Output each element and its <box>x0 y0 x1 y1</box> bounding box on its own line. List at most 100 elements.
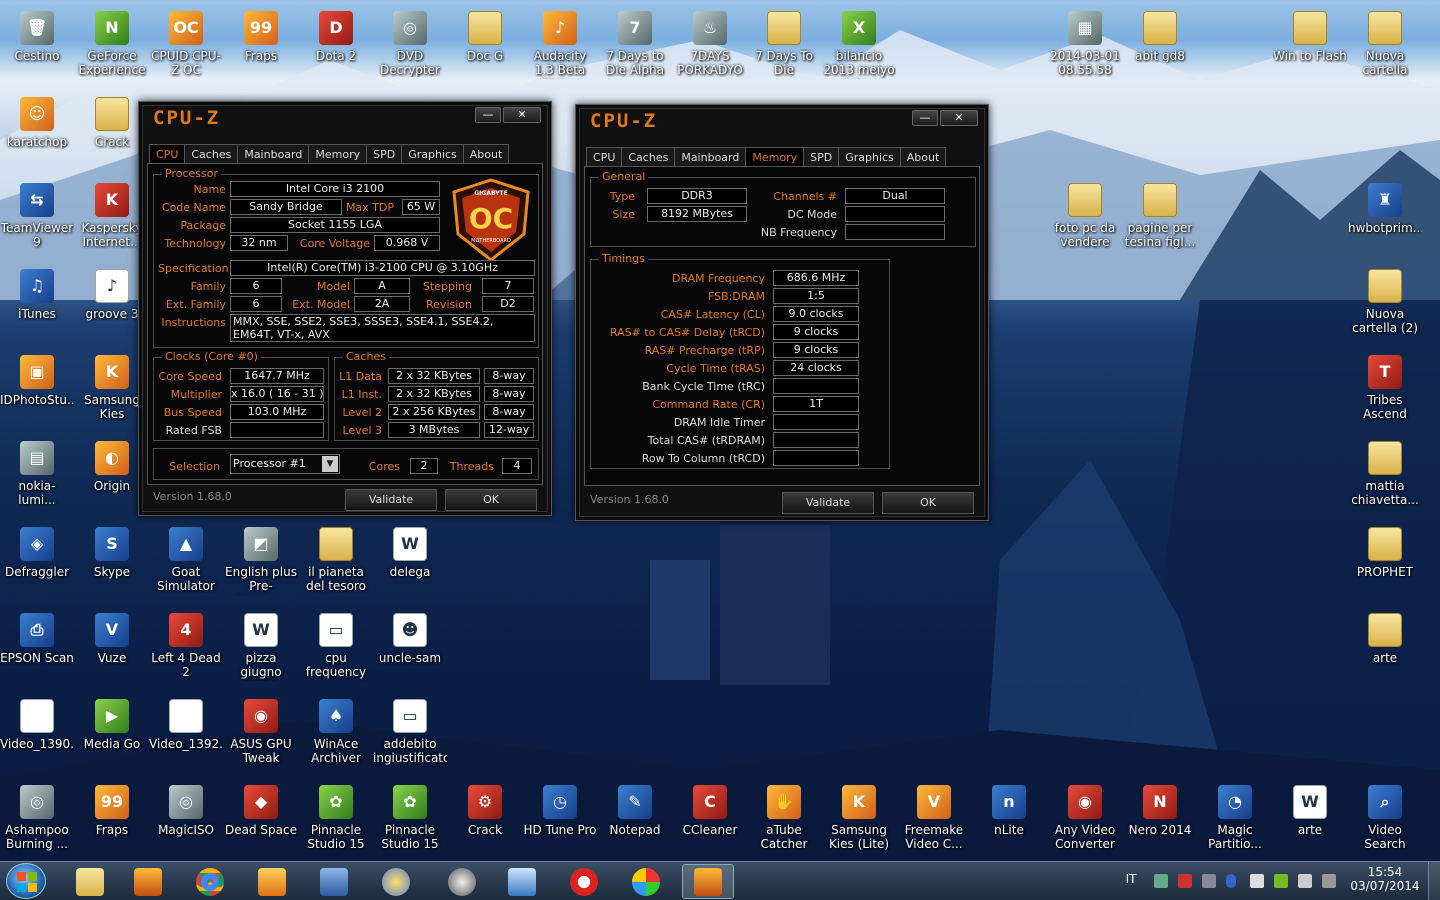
desktop-icon[interactable]: abit gd8 <box>1123 5 1197 85</box>
desktop-icon[interactable]: N Nero 2014 <box>1123 779 1197 859</box>
processor-select[interactable]: Processor #1 ▼ <box>230 454 340 474</box>
desktop-icon[interactable]: ✿ Pinnacle Studio 15 <box>299 779 373 859</box>
desktop-icon[interactable]: C CCleaner <box>673 779 747 859</box>
cpuz-cpu-window[interactable]: CPU-Z — ✕ CPU Caches Mainboard Memory SP… <box>138 101 552 516</box>
start-button[interactable] <box>6 863 46 899</box>
desktop-icon[interactable]: ⎙ EPSON Scan <box>0 607 74 687</box>
desktop-icon[interactable]: 7 Days To Die <box>747 5 821 85</box>
desktop-icon[interactable]: Wdelega <box>373 521 447 601</box>
desktop-icon[interactable]: 7 7 Days to Die Alpha <box>598 5 672 85</box>
desktop-icon[interactable]: ✋ aTube Catcher <box>747 779 821 859</box>
language-indicator[interactable]: IT <box>1120 872 1142 886</box>
taskbar-pinnacle[interactable] <box>620 864 672 899</box>
desktop-icon[interactable]: ▣ IDPhotoStu... <box>0 349 74 429</box>
tab-cpu[interactable]: CPU <box>586 147 623 167</box>
desktop-icon[interactable]: ◎ MagicISO <box>149 779 223 859</box>
desktop-icon[interactable]: ▶ Media Go <box>75 693 149 773</box>
ok-button[interactable]: OK <box>445 489 537 511</box>
desktop-icon[interactable]: ♜ hwbotprim... <box>1348 177 1422 257</box>
desktop-icon[interactable]: ◷ HD Tune Pro <box>523 779 597 859</box>
desktop-icon[interactable]: ◩ English plus Pre-Interm... <box>224 521 298 601</box>
desktop-icon[interactable]: ♫ iTunes <box>0 263 74 343</box>
tab-about[interactable]: About <box>462 144 510 164</box>
taskbar-chrome[interactable] <box>184 864 236 899</box>
tab-graphics[interactable]: Graphics <box>838 147 901 167</box>
desktop-icon[interactable]: ▲ Goat Simulator <box>149 521 223 601</box>
tab-spd[interactable]: SPD <box>803 147 840 167</box>
tab-graphics[interactable]: Graphics <box>401 144 464 164</box>
desktop-icon[interactable]: Warte <box>1273 779 1347 859</box>
desktop-icon[interactable]: Xbilancio 2013 meiyo dojo... <box>822 5 896 85</box>
show-desktop-button[interactable] <box>1428 862 1440 900</box>
desktop-icon[interactable]: ◎ DVD Decrypter <box>373 5 447 85</box>
desktop-icon[interactable]: 99 Fraps <box>75 779 149 859</box>
tab-caches[interactable]: Caches <box>184 144 239 164</box>
tab-about[interactable]: About <box>899 147 947 167</box>
desktop-icon[interactable]: il pianeta del tesoro <box>299 521 373 601</box>
tray-clock[interactable]: 15:54 03/07/2014 <box>1346 865 1424 893</box>
desktop-icon[interactable]: D Dota 2 <box>299 5 373 85</box>
desktop-icon[interactable]: arte <box>1348 607 1422 687</box>
desktop-icon[interactable]: ☺ karatchop <box>0 91 74 171</box>
cpuz-memory-window[interactable]: CPU-Z — ✕ CPU Caches Mainboard Memory SP… <box>575 104 989 521</box>
tray-flag-icon[interactable] <box>1250 874 1264 888</box>
tray-display-icon[interactable] <box>1322 874 1336 888</box>
desktop-icon[interactable]: Nuova cartella (2) <box>1348 263 1422 343</box>
desktop-icon[interactable]: T Tribes Ascend <box>1348 349 1422 429</box>
tray-show-hidden-icon[interactable] <box>1154 874 1168 888</box>
desktop-icon[interactable]: ▭ cpu frequency ... <box>299 607 373 687</box>
desktop-icon[interactable]: ◈ Defraggler <box>0 521 74 601</box>
desktop-icon[interactable]: ♪ Audacity 1.3 Beta (Unic... <box>523 5 597 85</box>
desktop-icon[interactable]: ◔ Magic Partitio... <box>1198 779 1272 859</box>
tab-mainboard[interactable]: Mainboard <box>237 144 310 164</box>
desktop-icon[interactable]: Video_1392... <box>149 693 223 773</box>
desktop-icon[interactable]: K Samsung Kies (Lite) <box>822 779 896 859</box>
desktop-icon[interactable]: ✎ Notepad <box>598 779 672 859</box>
tab-memory[interactable]: Memory <box>308 144 368 164</box>
tray-nvidia-icon[interactable] <box>1274 874 1288 888</box>
desktop-icon[interactable]: ♨ 7DAYS PORKADYO <box>673 5 747 85</box>
tray-bluetooth-icon[interactable] <box>1226 874 1236 888</box>
desktop-icon[interactable]: ◉ Any Video Converter ... <box>1048 779 1122 859</box>
desktop-icon[interactable]: pagine per tesina figl... <box>1123 177 1197 257</box>
close-button[interactable]: ✕ <box>940 110 978 126</box>
desktop-icon[interactable]: ✿ Pinnacle Studio 15 <box>373 779 447 859</box>
desktop-icon[interactable]: ⚙ Crack <box>448 779 522 859</box>
desktop-icon[interactable]: ◆ Dead Space <box>224 779 298 859</box>
taskbar-app-5[interactable] <box>308 864 360 899</box>
minimize-button[interactable]: — <box>475 107 501 123</box>
taskbar-explorer[interactable] <box>64 864 116 899</box>
taskbar-app-6[interactable] <box>370 864 422 899</box>
tray-antivirus-icon[interactable] <box>1178 874 1192 888</box>
tray-volume-icon[interactable] <box>1298 874 1312 888</box>
desktop-icon[interactable]: ▦ 2014-03-01 08.55.58 <box>1048 5 1122 85</box>
desktop-icon[interactable]: ♠ WinAce Archiver <box>299 693 373 773</box>
taskbar-outlook[interactable] <box>246 864 298 899</box>
taskbar-app-8[interactable] <box>496 864 548 899</box>
taskbar-media-player[interactable] <box>122 864 174 899</box>
tab-cpu[interactable]: CPU <box>149 144 186 164</box>
close-button[interactable]: ✕ <box>503 107 541 123</box>
desktop-icon[interactable]: 🗑 Cestino <box>0 5 74 85</box>
desktop-icon[interactable]: Video_1390... <box>0 693 74 773</box>
desktop-icon[interactable]: 4 Left 4 Dead 2 <box>149 607 223 687</box>
desktop-icon[interactable]: foto pc da vendere <box>1048 177 1122 257</box>
tab-caches[interactable]: Caches <box>621 147 676 167</box>
tab-spd[interactable]: SPD <box>366 144 403 164</box>
taskbar-ccleaner[interactable] <box>558 864 610 899</box>
desktop-icon[interactable]: ◉ ASUS GPU Tweak <box>224 693 298 773</box>
desktop-icon[interactable]: mattia chiavetta... <box>1348 435 1422 515</box>
desktop-icon[interactable]: ☻ uncle-sam <box>373 607 447 687</box>
desktop-icon[interactable]: Win to Flash <box>1273 5 1347 85</box>
desktop-icon[interactable]: ⌕ Video Search <box>1348 779 1422 859</box>
desktop-icon[interactable]: V Vuze <box>75 607 149 687</box>
desktop-icon[interactable]: Doc G <box>448 5 522 85</box>
taskbar-cpuz[interactable] <box>682 864 734 899</box>
tab-memory[interactable]: Memory <box>745 147 805 167</box>
desktop-icon[interactable]: n nLite <box>972 779 1046 859</box>
desktop-icon[interactable]: ▤ nokia-lumi... <box>0 435 74 515</box>
desktop-icon[interactable]: ▭ addebito ingiustificato <box>373 693 447 773</box>
validate-button[interactable]: Validate <box>345 489 437 511</box>
desktop-icon[interactable]: N GeForce Experience <box>75 5 149 85</box>
taskbar-app-7[interactable] <box>436 864 488 899</box>
